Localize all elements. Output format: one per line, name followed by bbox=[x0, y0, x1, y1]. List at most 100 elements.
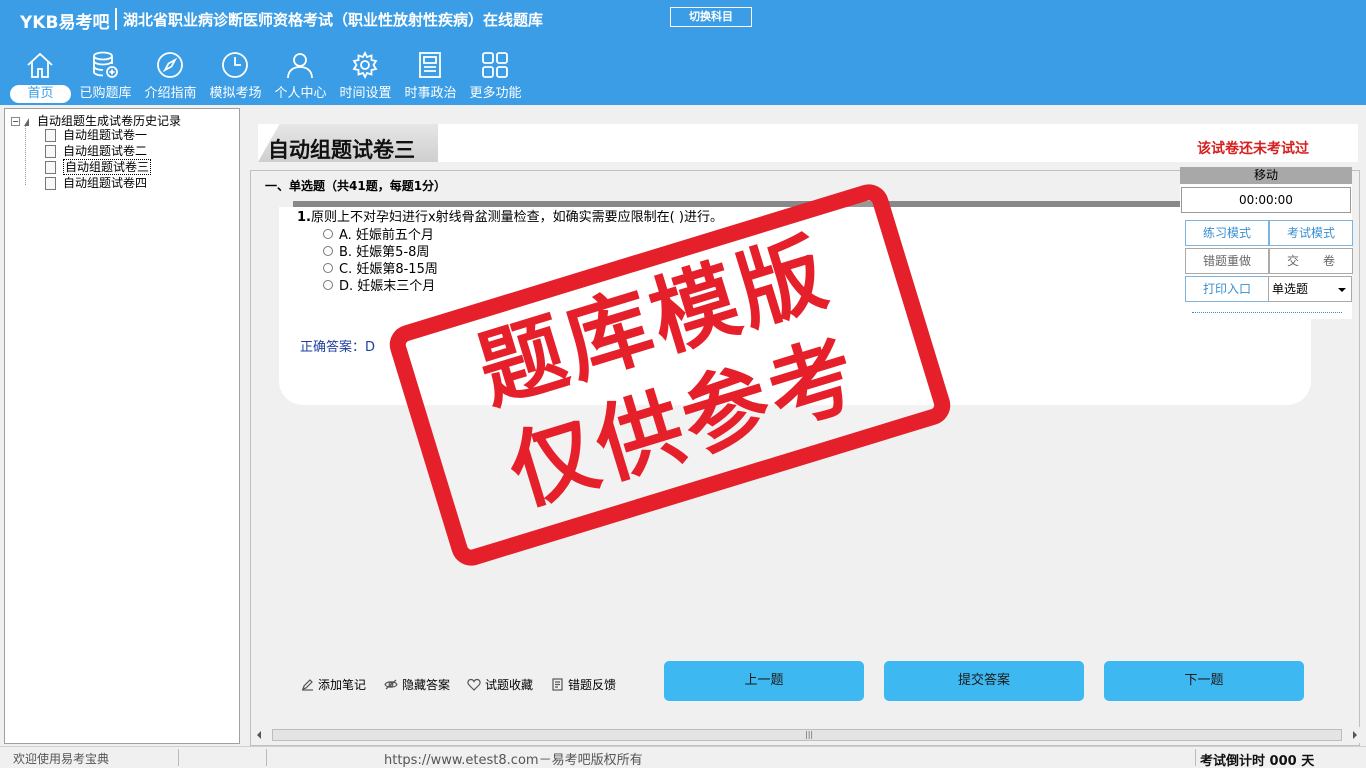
exam-countdown: 考试倒计时 000 天 bbox=[1200, 754, 1315, 768]
paper-history-tree: − 自动组题生成试卷历史记录 自动组题试卷一 自动组题试卷二 自动组题试卷三 自动… bbox=[4, 108, 240, 744]
nav-item-profile[interactable]: 个人中心 bbox=[268, 46, 333, 104]
chevron-down-icon bbox=[1338, 288, 1346, 292]
radio-button[interactable] bbox=[323, 262, 333, 273]
nav-item-home[interactable]: 首页 bbox=[8, 46, 73, 104]
question-type-value: 单选题 bbox=[1272, 282, 1309, 296]
paper-status: 该试卷还未考试过 bbox=[1197, 141, 1309, 157]
home-icon bbox=[27, 52, 53, 78]
nav-label: 时事政治 bbox=[404, 86, 457, 101]
exam-timer: 00:00:00 bbox=[1181, 187, 1351, 213]
collapse-icon[interactable]: − bbox=[11, 117, 20, 126]
database-icon bbox=[93, 51, 118, 78]
heart-icon bbox=[467, 678, 481, 691]
radio-button[interactable] bbox=[323, 279, 333, 290]
section-heading: 一、单选题（共41题，每题1分） bbox=[265, 179, 447, 193]
newspaper-icon bbox=[419, 52, 441, 78]
hide-answer-label: 隐藏答案 bbox=[402, 678, 451, 692]
tree-item-paper-3[interactable]: 自动组题试卷三 bbox=[45, 159, 152, 176]
document-icon bbox=[45, 177, 56, 190]
tree-item-label: 自动组题试卷一 bbox=[63, 128, 148, 142]
horizontal-scrollbar[interactable]: ||| bbox=[252, 727, 1362, 743]
correct-answer: 正确答案：D bbox=[300, 336, 375, 355]
practice-mode-button[interactable]: 练习模式 bbox=[1185, 220, 1269, 246]
nav-label: 首页 bbox=[10, 85, 71, 103]
hide-answer-tool[interactable]: 隐藏答案 bbox=[384, 676, 450, 693]
scroll-left-icon[interactable] bbox=[257, 731, 261, 739]
app-header: YKB易考吧 湖北省职业病诊断医师资格考试（职业性放射性疾病）在线题库 切换科目… bbox=[0, 0, 1366, 105]
tree-item-label: 自动组题试卷三 bbox=[63, 159, 152, 175]
nav-label: 个人中心 bbox=[274, 86, 327, 101]
next-question-button[interactable]: 下一题 bbox=[1104, 661, 1304, 701]
nav-item-guide[interactable]: 介绍指南 bbox=[138, 46, 203, 104]
scroll-right-icon[interactable] bbox=[1353, 731, 1357, 739]
gear-icon bbox=[352, 50, 378, 80]
nav-label: 已购题库 bbox=[79, 86, 132, 101]
tree-root[interactable]: − 自动组题生成试卷历史记录 bbox=[11, 112, 181, 129]
prev-question-button[interactable]: 上一题 bbox=[664, 661, 864, 701]
exam-mode-button[interactable]: 考试模式 bbox=[1269, 220, 1353, 246]
print-entry-button[interactable]: 打印入口 bbox=[1185, 276, 1269, 302]
switch-subject-button[interactable]: 切换科目 bbox=[670, 7, 752, 27]
grip-icon: ||| bbox=[805, 730, 814, 739]
nav-item-more[interactable]: 更多功能 bbox=[463, 46, 528, 104]
report-icon bbox=[552, 678, 563, 691]
status-divider bbox=[1195, 749, 1196, 766]
question-number: 1. bbox=[297, 210, 311, 225]
correct-answer-label: 正确答案： bbox=[300, 340, 366, 355]
redo-wrong-button[interactable]: 错题重做 bbox=[1185, 248, 1269, 274]
nav-label: 更多功能 bbox=[469, 86, 522, 101]
nav-label: 时间设置 bbox=[339, 86, 392, 101]
question-type-select[interactable]: 单选题 bbox=[1268, 276, 1352, 302]
tree-root-label: 自动组题生成试卷历史记录 bbox=[37, 114, 182, 128]
status-bar: 欢迎使用易考宝典 https://www.etest8.com－易考吧版权所有 … bbox=[0, 746, 1366, 768]
document-icon bbox=[45, 129, 56, 142]
status-divider bbox=[178, 749, 179, 766]
question-text: 1.原则上不对孕妇进行x射线骨盆测量检查，如确实需要应限制在( )进行。 bbox=[297, 206, 723, 225]
app-title: 湖北省职业病诊断医师资格考试（职业性放射性疾病）在线题库 bbox=[123, 11, 544, 29]
tree-item-paper-4[interactable]: 自动组题试卷四 bbox=[45, 176, 147, 192]
radio-button[interactable] bbox=[323, 245, 333, 256]
correct-answer-value: D bbox=[365, 340, 376, 355]
favorite-tool[interactable]: 试题收藏 bbox=[467, 676, 533, 693]
clock-icon bbox=[222, 52, 248, 78]
document-icon bbox=[45, 145, 56, 158]
feedback-tool[interactable]: 错题反馈 bbox=[551, 676, 616, 693]
main-nav: 首页 已购题库 介绍指南 模拟考场 个人中心 时间设置 时事政治 更多功能 bbox=[8, 46, 528, 104]
feedback-label: 错题反馈 bbox=[568, 678, 617, 692]
copyright-text: https://www.etest8.com－易考吧版权所有 bbox=[384, 753, 643, 768]
nav-label: 介绍指南 bbox=[144, 86, 197, 101]
add-note-label: 添加笔记 bbox=[318, 678, 367, 692]
nav-item-purchased[interactable]: 已购题库 bbox=[73, 46, 138, 104]
nav-item-current-affairs[interactable]: 时事政治 bbox=[398, 46, 463, 104]
radio-button[interactable] bbox=[323, 228, 333, 239]
paper-title: 自动组题试卷三 bbox=[268, 138, 415, 162]
question-stem: 原则上不对孕妇进行x射线骨盆测量检查，如确实需要应限制在( )进行。 bbox=[310, 210, 723, 225]
option-d[interactable]: D. 妊娠末三个月 bbox=[323, 275, 435, 294]
tree-item-label: 自动组题试卷二 bbox=[63, 144, 148, 158]
nav-item-mock-exam[interactable]: 模拟考场 bbox=[203, 46, 268, 104]
compass-icon bbox=[157, 52, 183, 78]
exam-control-panel: 移动 00:00:00 练习模式 考试模式 错题重做 交 卷 打印入口 单选题 bbox=[1180, 167, 1353, 319]
submit-paper-button[interactable]: 交 卷 bbox=[1269, 248, 1353, 274]
welcome-text: 欢迎使用易考宝典 bbox=[13, 752, 110, 766]
add-note-tool[interactable]: 添加笔记 bbox=[301, 676, 366, 693]
move-handle[interactable]: 移动 bbox=[1180, 167, 1352, 184]
scrollbar-thumb[interactable]: ||| bbox=[272, 729, 1342, 741]
tree-item-paper-2[interactable]: 自动组题试卷二 bbox=[45, 144, 147, 160]
folder-icon bbox=[24, 117, 29, 126]
document-icon bbox=[45, 161, 56, 174]
nav-item-time-settings[interactable]: 时间设置 bbox=[333, 46, 398, 104]
eye-off-icon bbox=[384, 679, 398, 690]
nav-label: 模拟考场 bbox=[209, 86, 262, 101]
grid-icon bbox=[482, 52, 508, 78]
favorite-label: 试题收藏 bbox=[485, 678, 534, 692]
tree-connector bbox=[25, 125, 26, 185]
option-label: D. 妊娠末三个月 bbox=[339, 279, 436, 294]
panel-bottom-divider bbox=[1192, 312, 1342, 313]
brand-logo: YKB易考吧 bbox=[20, 13, 110, 33]
submit-answer-button[interactable]: 提交答案 bbox=[884, 661, 1084, 701]
tree-item-paper-1[interactable]: 自动组题试卷一 bbox=[45, 128, 147, 144]
user-icon bbox=[287, 53, 313, 79]
brand-divider bbox=[115, 8, 117, 30]
pencil-icon bbox=[302, 679, 313, 691]
